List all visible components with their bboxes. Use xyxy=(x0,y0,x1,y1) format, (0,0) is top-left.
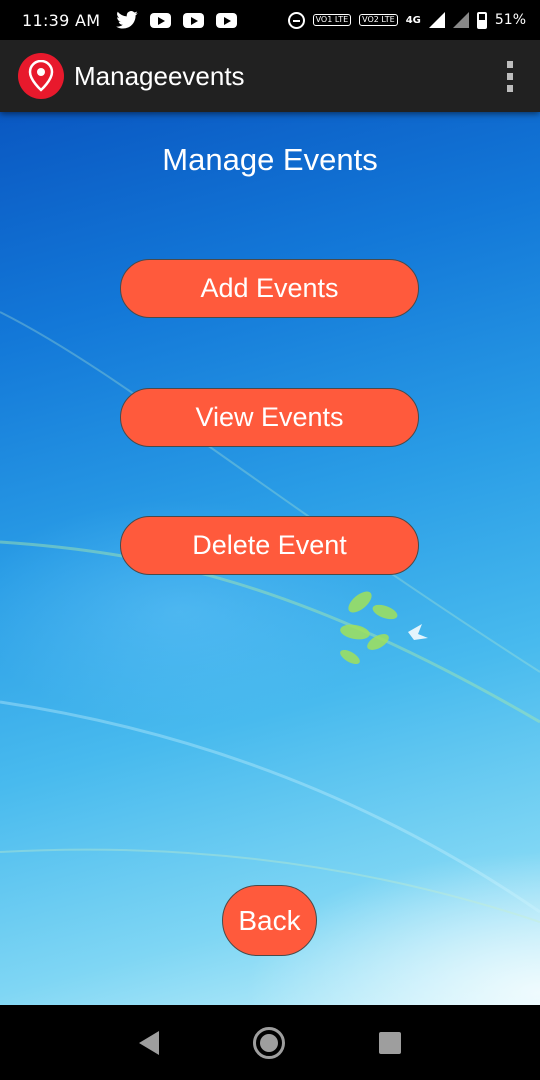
volte-sim1-badge: VO1 LTE xyxy=(312,14,352,26)
youtube-icon xyxy=(216,12,238,28)
battery-percent: 51% xyxy=(494,12,526,28)
youtube-icon xyxy=(150,12,172,28)
network-type: 4G xyxy=(405,14,421,26)
location-pin-icon xyxy=(18,53,64,99)
app-title: Manageevents xyxy=(74,60,245,91)
notification-icons xyxy=(116,11,238,29)
view-events-button[interactable]: View Events xyxy=(120,388,419,447)
nav-back-icon[interactable] xyxy=(139,1030,159,1055)
battery-icon xyxy=(476,11,487,29)
youtube-icon xyxy=(183,12,205,28)
signal-weak-icon xyxy=(452,12,469,28)
app-bar: Manageevents xyxy=(0,40,540,112)
do-not-disturb-icon xyxy=(287,11,305,29)
add-events-button[interactable]: Add Events xyxy=(120,259,419,318)
nav-recents-icon[interactable] xyxy=(379,1031,401,1054)
system-nav-bar xyxy=(0,1005,540,1080)
delete-event-button[interactable]: Delete Event xyxy=(120,516,419,575)
twitter-icon xyxy=(116,11,139,29)
back-button[interactable]: Back xyxy=(222,885,317,956)
signal-icon xyxy=(428,12,445,28)
overflow-menu-icon[interactable] xyxy=(498,56,522,96)
page-title: Manage Events xyxy=(162,142,378,177)
status-bar: 11:39 AM VO1 LTE VO2 LTE 4G 51% xyxy=(0,0,540,40)
main-content: Manage Events Add Events View Events Del… xyxy=(0,112,540,1005)
status-time: 11:39 AM xyxy=(22,10,101,30)
nav-home-icon[interactable] xyxy=(253,1026,285,1059)
volte-sim2-badge: VO2 LTE xyxy=(359,14,398,26)
status-indicators: VO1 LTE VO2 LTE 4G 51% xyxy=(287,11,526,29)
